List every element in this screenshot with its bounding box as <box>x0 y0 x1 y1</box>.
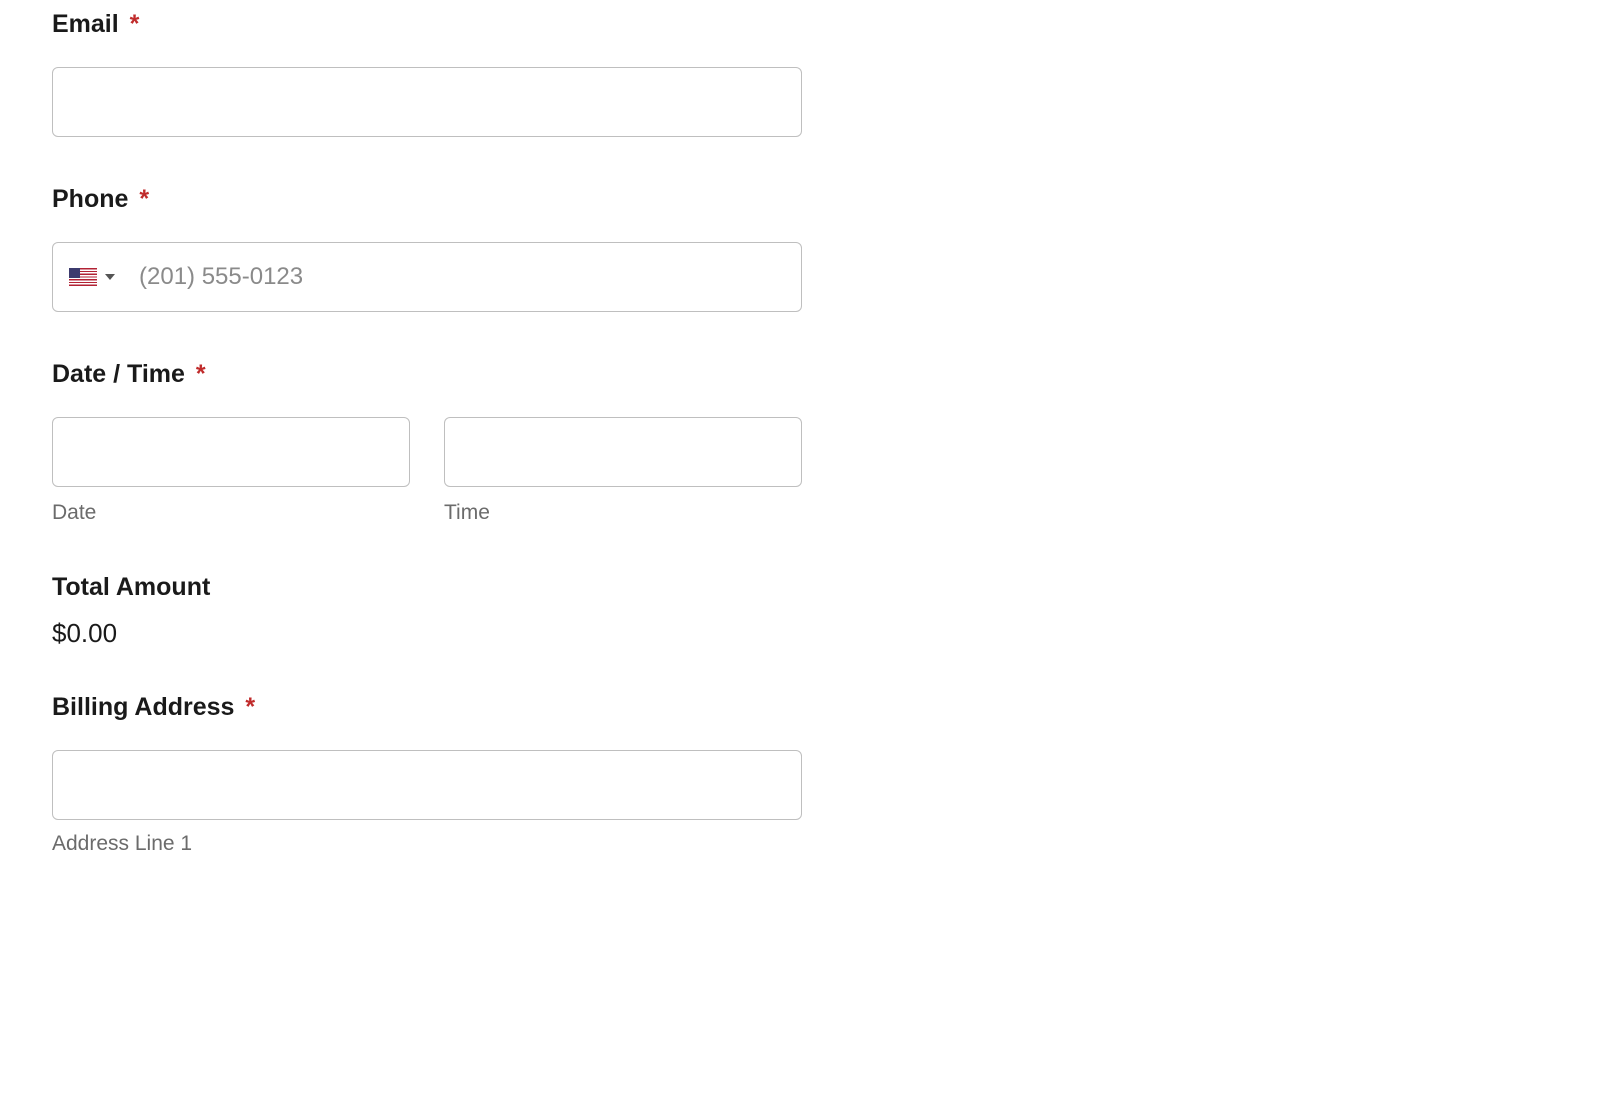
phone-input-wrapper <box>52 242 802 312</box>
phone-input[interactable] <box>131 243 801 311</box>
address-line1-sublabel: Address Line 1 <box>52 832 1548 856</box>
billing-address-label: Billing Address * <box>52 693 1548 722</box>
chevron-down-icon <box>105 274 115 280</box>
date-col: Date <box>52 417 410 525</box>
time-col: Time <box>444 417 802 525</box>
total-amount-value: $0.00 <box>52 618 1548 649</box>
datetime-label: Date / Time * <box>52 360 1548 389</box>
billing-address-label-text: Billing Address <box>52 693 234 721</box>
phone-label-text: Phone <box>52 185 128 213</box>
datetime-label-text: Date / Time <box>52 360 185 388</box>
email-label: Email * <box>52 10 1548 39</box>
date-input[interactable] <box>52 417 410 487</box>
billing-address-group: Billing Address * Address Line 1 <box>52 693 1548 856</box>
datetime-row: Date Time <box>52 417 1548 525</box>
email-label-text: Email <box>52 10 119 38</box>
us-flag-icon <box>69 268 97 286</box>
required-asterisk: * <box>196 360 206 388</box>
total-amount-group: Total Amount $0.00 <box>52 573 1548 649</box>
time-sublabel: Time <box>444 501 802 525</box>
date-sublabel: Date <box>52 501 410 525</box>
required-asterisk: * <box>130 10 140 38</box>
email-input[interactable] <box>52 67 802 137</box>
datetime-group: Date / Time * Date Time <box>52 360 1548 525</box>
time-input[interactable] <box>444 417 802 487</box>
phone-label: Phone * <box>52 185 1548 214</box>
country-code-select[interactable] <box>53 243 131 311</box>
required-asterisk: * <box>245 693 255 721</box>
address-line1-input[interactable] <box>52 750 802 820</box>
total-amount-label-text: Total Amount <box>52 573 210 601</box>
total-amount-label: Total Amount <box>52 573 1548 602</box>
phone-group: Phone * <box>52 185 1548 312</box>
required-asterisk: * <box>139 185 149 213</box>
email-group: Email * <box>52 10 1548 137</box>
